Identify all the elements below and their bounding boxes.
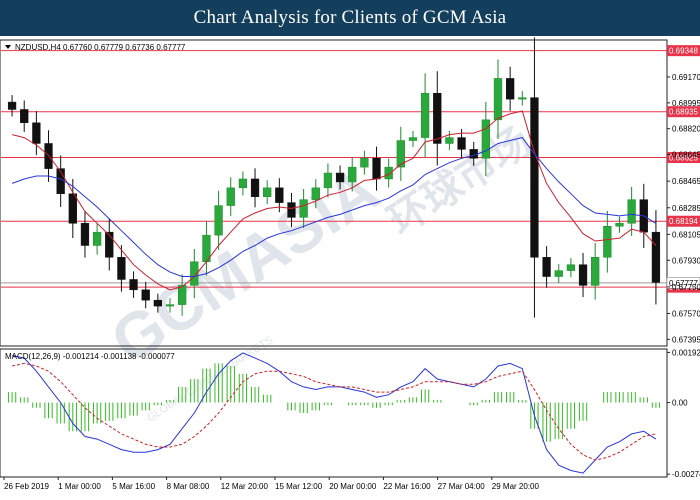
x-tick-label: 22 Mar 16:00 (383, 482, 431, 491)
candle-body (311, 187, 320, 200)
trading-chart: GCMASIA 环球市场 GLOBAL CAPITAL MARKETS 0.69… (0, 37, 700, 491)
price-tick-label: 0.69170 (672, 73, 700, 82)
candle-body (250, 178, 260, 197)
candle-body (348, 166, 357, 183)
candle-body (493, 78, 503, 121)
price-tick-label: 0.68645 (672, 151, 700, 160)
x-tick-label: 15 Mar 12:00 (275, 482, 323, 491)
candle-body (105, 231, 114, 258)
candle-body (287, 202, 296, 218)
banner-title: Chart Analysis for Clients of GCM Asia (193, 7, 507, 28)
candle-body (263, 187, 272, 197)
candle-body (457, 137, 466, 150)
candle-body (530, 97, 539, 258)
candle-body (165, 304, 175, 307)
level-label: 0.68935 (669, 108, 698, 117)
candle-body (68, 193, 77, 224)
candle-body (420, 92, 430, 138)
price-tick-label: 0.68105 (672, 230, 700, 239)
candle-body (92, 231, 102, 246)
candle-body (372, 158, 381, 180)
candle-body (178, 285, 187, 305)
macd-tick-label: -0.00274 (672, 470, 700, 479)
candle-body (299, 199, 308, 218)
candle-body (32, 122, 41, 144)
x-tick-label: 1 Mar 00:00 (58, 482, 101, 491)
candle-body (445, 137, 454, 144)
chart-banner: Chart Analysis for Clients of GCM Asia (0, 0, 700, 36)
candle-body (408, 137, 418, 141)
x-tick-label: 8 Mar 08:00 (167, 482, 210, 491)
candle-body (153, 299, 162, 307)
candle-body (20, 109, 29, 124)
x-tick-label: 27 Mar 04:00 (438, 482, 486, 491)
candle-body (591, 257, 600, 286)
candle-body (384, 166, 393, 180)
candle-body (323, 172, 333, 189)
x-tick-label: 12 Mar 20:00 (221, 482, 269, 491)
x-tick-label: 26 Feb 2019 (4, 482, 49, 491)
candle-body (481, 119, 490, 159)
price-tick-label: 0.68820 (672, 125, 700, 134)
macd-header-text: MACD(12,26,9) -0.001214 -0.001138 -0.000… (5, 352, 175, 361)
level-label: 0.69348 (669, 47, 698, 56)
x-tick-label: 29 Mar 20:00 (492, 482, 540, 491)
macd-header: MACD(12,26,9) -0.001214 -0.001138 -0.000… (5, 352, 175, 361)
candle-body (506, 78, 515, 100)
candle-body (275, 187, 284, 203)
candle-body (615, 223, 624, 227)
level-label: 0.68194 (669, 217, 698, 226)
candle-body (651, 231, 661, 283)
candle-body (433, 92, 442, 144)
candle-body (117, 257, 126, 280)
price-tick-label: 0.67930 (672, 256, 700, 265)
candle-body (214, 205, 223, 236)
candle-body (578, 264, 588, 286)
candle-body (226, 187, 235, 206)
candle-body (518, 97, 527, 100)
candle-body (141, 289, 150, 301)
macd-tick-label: 0.00 (672, 399, 688, 408)
x-tick-label: 20 Mar 00:00 (329, 482, 377, 491)
price-tick-label: 0.68465 (672, 177, 700, 186)
price-tick-label: 0.68995 (672, 99, 700, 108)
candle-body (360, 158, 369, 168)
candle-body (129, 279, 138, 291)
candle-body (238, 178, 248, 189)
macd-tick-label: 0.00192 (672, 348, 700, 357)
x-tick-label: 5 Mar 16:00 (112, 482, 155, 491)
price-tick-label: 0.67570 (672, 309, 700, 318)
price-tick-label: 0.67395 (672, 335, 700, 344)
price-header: NZDUSD,H4 0.67760 0.67779 0.67736 0.6777… (5, 43, 186, 52)
candle-body (335, 172, 345, 183)
price-header-text: NZDUSD,H4 0.67760 0.67779 0.67736 0.6777… (15, 43, 186, 52)
candle-body (80, 223, 90, 246)
candle-body (627, 199, 636, 224)
price-tick-label: 0.68285 (672, 204, 700, 213)
candle-body (566, 264, 576, 271)
price-tick-label: 0.67750 (672, 283, 700, 292)
candle-body (603, 226, 612, 258)
candle-body (542, 257, 551, 277)
candle-body (7, 101, 17, 110)
candle-body (554, 270, 563, 277)
